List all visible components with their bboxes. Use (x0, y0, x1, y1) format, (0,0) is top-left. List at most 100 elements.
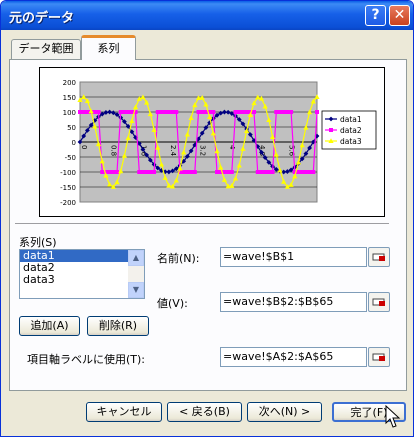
values-ref-button[interactable] (368, 292, 390, 312)
y-tick-label: 200 (63, 79, 76, 87)
category-field[interactable]: =wave!$A$2:$A$65 (220, 347, 367, 367)
data-point (244, 110, 249, 114)
data-point (159, 110, 164, 114)
cancel-button[interactable]: キャンセル (86, 402, 162, 422)
data-point (137, 170, 142, 174)
y-tick-label: -100 (60, 169, 76, 177)
data-point (274, 110, 279, 114)
data-point (122, 110, 127, 114)
name-ref-button[interactable] (368, 247, 390, 267)
data-point (96, 110, 101, 114)
range-select-icon (372, 253, 385, 261)
tab-data-range[interactable]: データ範囲 (11, 39, 81, 59)
data-point (152, 170, 157, 174)
data-point (140, 170, 145, 174)
data-point (329, 128, 333, 132)
data-point (100, 170, 105, 174)
tab-series[interactable]: 系列 (81, 35, 136, 60)
data-point (155, 110, 160, 114)
data-point (126, 110, 131, 114)
mouse-cursor-icon (385, 405, 401, 428)
y-tick-label: 0 (72, 139, 76, 147)
y-tick-label: 150 (63, 94, 76, 102)
data-point (185, 170, 190, 174)
name-field[interactable]: =wave!$B$1 (220, 247, 367, 267)
data-point (226, 170, 231, 174)
data-point (240, 110, 245, 114)
category-label: 項目軸ラベルに使用(T): (27, 353, 146, 366)
data-point (281, 110, 286, 114)
data-point (296, 170, 301, 174)
x-tick-label: 4 (228, 145, 236, 150)
series-listbox[interactable]: data1 data2 data3 ▲ ▼ (19, 249, 145, 299)
data-point (270, 170, 275, 174)
listbox-scrollbar[interactable]: ▲ ▼ (128, 250, 144, 298)
close-button[interactable]: ✕ (389, 5, 410, 26)
chart-preview: 200150100500-50-100-150-20000.81.62.43.2… (39, 67, 385, 217)
data-point (92, 110, 97, 114)
next-button[interactable]: 次へ(N) > (247, 402, 322, 422)
dialog-title: 元のデータ (9, 11, 75, 26)
data-point (266, 170, 271, 174)
data-point (259, 170, 264, 174)
values-field[interactable]: =wave!$B$2:$B$65 (220, 292, 367, 312)
data-point (237, 110, 242, 114)
data-point (78, 110, 82, 114)
y-tick-label: -150 (60, 184, 76, 192)
data-point (255, 170, 260, 174)
data-point (233, 110, 238, 114)
x-tick-label: 2.4 (169, 145, 177, 157)
data-point (107, 170, 112, 174)
data-point (285, 110, 290, 114)
data-point (115, 170, 120, 174)
y-tick-label: -200 (60, 199, 76, 207)
divider (15, 223, 389, 224)
data-point (277, 110, 282, 114)
title-bar[interactable]: 元のデータ ? ✕ (1, 1, 413, 30)
name-label: 名前(N): (157, 252, 200, 265)
category-ref-button[interactable] (368, 347, 390, 367)
dialog-window: 元のデータ ? ✕ データ範囲 系列 200 150 100 50 0 -50 -100 -1… (0, 0, 414, 437)
add-series-button[interactable]: 追加(A) (19, 316, 80, 336)
data-point (189, 170, 194, 174)
data-point (196, 110, 201, 114)
values-label: 値(V): (157, 297, 188, 310)
data-point (300, 170, 305, 174)
data-point (211, 110, 216, 114)
series-label: 系列(S) (19, 236, 57, 249)
data-point (163, 110, 168, 114)
data-point (311, 170, 316, 174)
x-tick-label: 0 (80, 145, 88, 149)
data-point (252, 110, 257, 114)
data-point (118, 110, 123, 114)
legend-label: data1 (340, 115, 362, 124)
data-point (289, 110, 294, 114)
y-tick-label: 50 (67, 124, 76, 132)
data-point (181, 170, 186, 174)
chart-svg: 200150100500-50-100-150-20000.81.62.43.2… (60, 79, 377, 207)
y-tick-label: 100 (63, 109, 76, 117)
data-point (200, 110, 205, 114)
back-button[interactable]: < 戻る(B) (167, 402, 242, 422)
data-point (148, 170, 153, 174)
legend-label: data2 (340, 126, 362, 135)
scroll-down-arrow-icon[interactable]: ▼ (128, 282, 144, 298)
help-button[interactable]: ? (365, 5, 386, 26)
x-tick-label: 0.8 (110, 145, 118, 156)
delete-series-button[interactable]: 削除(R) (87, 316, 149, 336)
data-point (303, 170, 308, 174)
data-point (166, 110, 171, 114)
data-point (174, 110, 179, 114)
data-point (307, 170, 312, 174)
legend-label: data3 (340, 137, 362, 146)
data-point (215, 170, 220, 174)
scroll-up-arrow-icon[interactable]: ▲ (128, 250, 144, 266)
range-select-icon (372, 298, 385, 306)
data-point (192, 170, 197, 174)
range-select-icon (372, 353, 385, 361)
series-list-item[interactable]: data3 (20, 274, 128, 286)
data-point (85, 110, 90, 114)
data-point (144, 170, 149, 174)
data-point (315, 110, 319, 114)
data-point (263, 170, 268, 174)
